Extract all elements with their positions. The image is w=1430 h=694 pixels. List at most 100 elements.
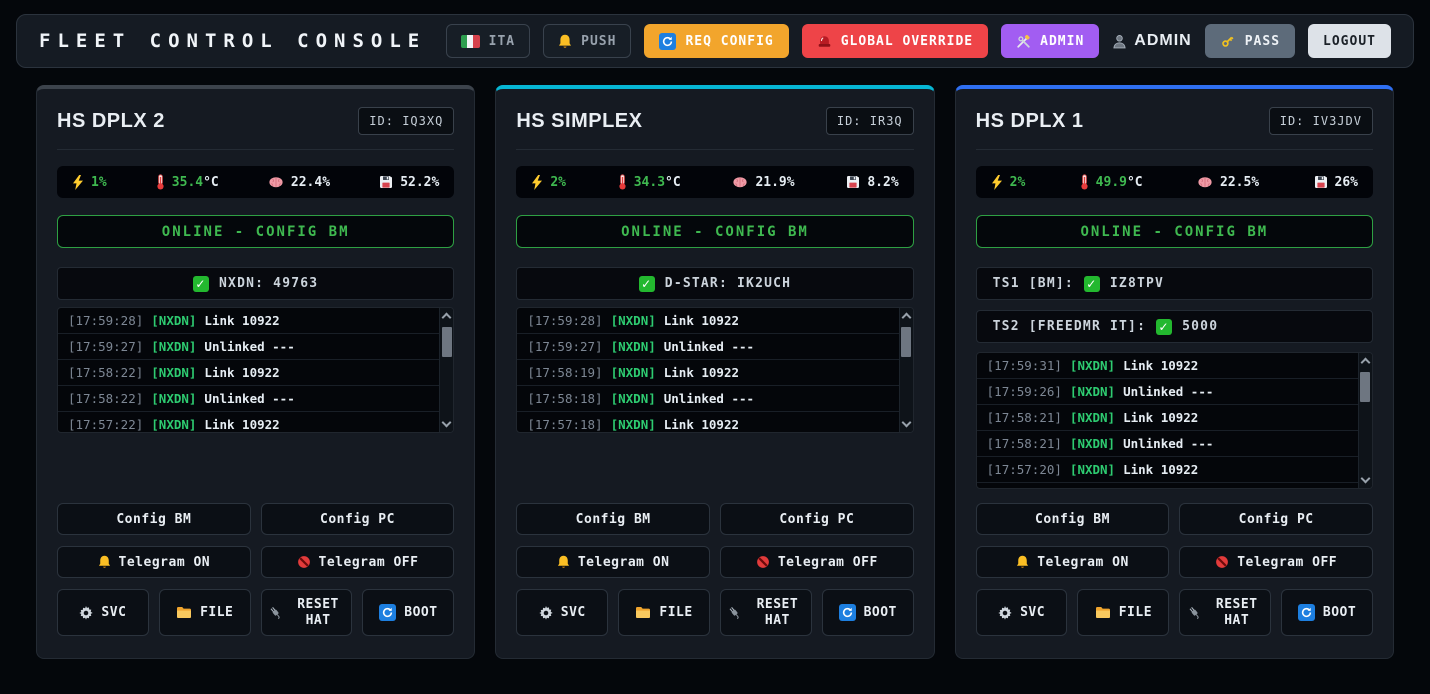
config-bm-button[interactable]: Config BM <box>57 503 251 535</box>
push-button[interactable]: PUSH <box>543 24 631 58</box>
log-row: [17:58:22][NXDN]Unlinked --- <box>58 386 453 412</box>
temperature-unit: °C <box>665 175 681 190</box>
card-actions: Config BM Config PC Telegram ON Telegram… <box>57 503 454 636</box>
divider <box>516 149 913 150</box>
scroll-down-icon[interactable] <box>1361 474 1371 484</box>
cpu-stat: 21.9% <box>732 175 794 190</box>
temperature-value: 34.3 <box>634 175 665 190</box>
telegram-on-button[interactable]: Telegram ON <box>516 546 710 578</box>
boot-button[interactable]: BOOT <box>1281 589 1373 636</box>
folder-icon <box>176 606 192 619</box>
sync-arrows-icon <box>839 604 856 621</box>
check-icon: ✓ <box>639 276 655 292</box>
password-button[interactable]: PASS <box>1205 24 1295 58</box>
logout-label: LOGOUT <box>1323 34 1376 49</box>
telegram-on-button[interactable]: Telegram ON <box>57 546 251 578</box>
scrollbar-thumb[interactable] <box>1360 372 1370 402</box>
device-id-badge: ID: IV3JDV <box>1269 107 1373 135</box>
log-message: Link 10922 <box>204 365 279 380</box>
scroll-up-icon[interactable] <box>442 313 452 323</box>
log-row: [17:57:20][NXDN]Link 10922 <box>977 457 1372 483</box>
log-panel[interactable]: [17:59:28][NXDN]Link 10922 [17:59:27][NX… <box>57 307 454 433</box>
req-config-button[interactable]: REQ CONFIG <box>644 24 788 58</box>
card-title: HS DPLX 2 <box>57 110 165 133</box>
scrollbar-thumb[interactable] <box>901 327 911 357</box>
config-pc-label: Config PC <box>320 512 395 527</box>
file-button[interactable]: FILE <box>159 589 251 636</box>
telegram-off-button[interactable]: Telegram OFF <box>1179 546 1373 578</box>
brain-icon <box>268 176 284 189</box>
admin-panel-button[interactable]: ADMIN <box>1001 24 1099 58</box>
scroll-down-icon[interactable] <box>901 418 911 428</box>
config-bm-button[interactable]: Config BM <box>976 503 1170 535</box>
check-icon: ✓ <box>1084 276 1100 292</box>
log-row: [17:59:31][NXDN]Link 10922 <box>977 353 1372 379</box>
bell-icon <box>558 34 572 49</box>
log-row: [17:58:19][NXDN]Link 10922 <box>517 360 912 386</box>
logout-button[interactable]: LOGOUT <box>1308 24 1391 58</box>
scroll-down-icon[interactable] <box>442 418 452 428</box>
svc-button[interactable]: SVC <box>516 589 608 636</box>
log-message: Unlinked --- <box>204 391 294 406</box>
lightning-icon <box>531 175 543 190</box>
log-time: [17:59:27] <box>527 339 602 354</box>
config-bm-button[interactable]: Config BM <box>516 503 710 535</box>
log-tag: [NXDN] <box>611 313 656 328</box>
log-row: [17:59:27][NXDN]Unlinked --- <box>58 334 453 360</box>
network-row-nxdn: ✓ NXDN: 49763 <box>57 267 454 300</box>
log-scrollbar[interactable] <box>439 308 453 432</box>
config-pc-button[interactable]: Config PC <box>1179 503 1373 535</box>
temperature-stat: 34.3°C <box>618 174 681 190</box>
divider <box>976 149 1373 150</box>
gear-icon <box>79 606 93 620</box>
log-row: [17:59:28][NXDN]Link 10922 <box>517 308 912 334</box>
global-override-button[interactable]: GLOBAL OVERRIDE <box>802 24 988 58</box>
siren-icon <box>817 35 832 48</box>
log-time: [17:57:22] <box>68 417 143 432</box>
reset-hat-button[interactable]: RESET HAT <box>261 589 353 636</box>
admin-button-label: ADMIN <box>1040 34 1084 49</box>
telegram-off-label: Telegram OFF <box>778 555 878 570</box>
boot-button[interactable]: BOOT <box>362 589 454 636</box>
log-panel[interactable]: [17:59:31][NXDN]Link 10922 [17:59:26][NX… <box>976 352 1373 489</box>
svc-button[interactable]: SVC <box>976 589 1068 636</box>
network-row-dstar: ✓ D-STAR: IK2UCH <box>516 267 913 300</box>
log-panel[interactable]: [17:59:28][NXDN]Link 10922 [17:59:27][NX… <box>516 307 913 433</box>
temperature-stat: 49.9°C <box>1080 174 1143 190</box>
file-label: FILE <box>200 605 233 620</box>
file-button[interactable]: FILE <box>618 589 710 636</box>
disk-value: 26% <box>1335 175 1358 190</box>
log-tag: [NXDN] <box>1070 358 1115 373</box>
log-scrollbar[interactable] <box>899 308 913 432</box>
log-tag: [NXDN] <box>1070 436 1115 451</box>
scroll-up-icon[interactable] <box>901 313 911 323</box>
config-pc-button[interactable]: Config PC <box>720 503 914 535</box>
floppy-disk-icon <box>1314 175 1328 189</box>
log-message: Link 10922 <box>664 313 739 328</box>
config-pc-button[interactable]: Config PC <box>261 503 455 535</box>
log-message: Link 10922 <box>204 417 279 432</box>
log-tag: [NXDN] <box>611 339 656 354</box>
file-button[interactable]: FILE <box>1077 589 1169 636</box>
telegram-off-button[interactable]: Telegram OFF <box>720 546 914 578</box>
device-card-hs-dplx-2: HS DPLX 2 ID: IQ3XQ 1% 35.4°C 22.4% 52.2… <box>36 85 475 659</box>
svc-label: SVC <box>101 605 126 620</box>
boot-button[interactable]: BOOT <box>822 589 914 636</box>
logged-user: ADMIN <box>1112 32 1191 50</box>
lightning-icon <box>72 175 84 190</box>
log-time: [17:58:21] <box>987 410 1062 425</box>
reset-hat-button[interactable]: RESET HAT <box>1179 589 1271 636</box>
log-tag: [NXDN] <box>611 365 656 380</box>
language-button[interactable]: ITA <box>446 24 530 58</box>
scrollbar-thumb[interactable] <box>442 327 452 357</box>
svc-button[interactable]: SVC <box>57 589 149 636</box>
log-tag: [NXDN] <box>1070 410 1115 425</box>
log-scrollbar[interactable] <box>1358 353 1372 488</box>
scroll-up-icon[interactable] <box>1361 358 1371 368</box>
telegram-on-button[interactable]: Telegram ON <box>976 546 1170 578</box>
app-title: FLEET CONTROL CONSOLE <box>39 30 426 52</box>
pass-label: PASS <box>1245 34 1280 49</box>
reset-hat-button[interactable]: RESET HAT <box>720 589 812 636</box>
telegram-off-button[interactable]: Telegram OFF <box>261 546 455 578</box>
log-message: Link 10922 <box>204 313 279 328</box>
